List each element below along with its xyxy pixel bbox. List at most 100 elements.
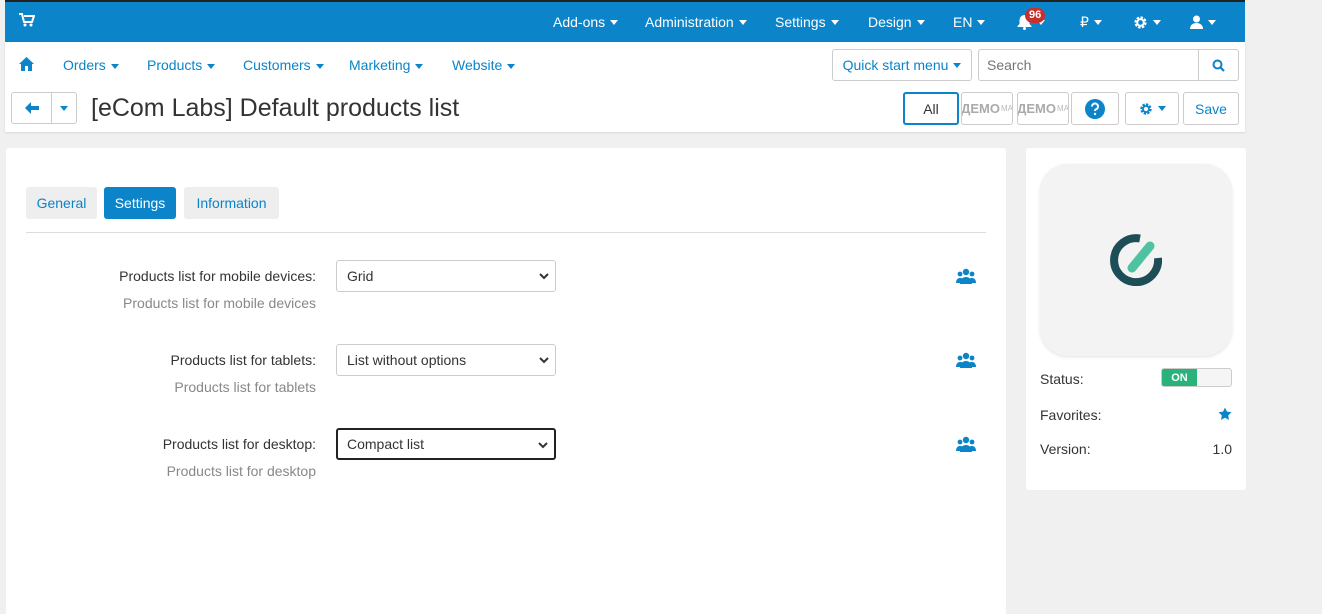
search-icon — [1212, 59, 1225, 72]
currency-menu[interactable]: ₽ — [1080, 2, 1102, 42]
users-icon[interactable] — [956, 352, 976, 368]
addons-menu[interactable]: Add-ons — [553, 2, 619, 42]
chevron-down-icon — [207, 63, 216, 69]
version-value: 1.0 — [1212, 441, 1232, 457]
version-row: Version: 1.0 — [1040, 441, 1232, 457]
chevron-down-icon — [738, 19, 747, 25]
nav-website-label: Website — [452, 57, 503, 73]
addon-logo-icon — [1110, 234, 1162, 286]
language-menu[interactable]: EN — [953, 2, 986, 42]
main-navbar: Orders Products Customers Marketing Webs… — [5, 42, 1245, 132]
chevron-down-icon — [830, 19, 839, 25]
chevron-down-icon — [1093, 19, 1102, 25]
chevron-down-icon — [539, 357, 549, 364]
tab-settings[interactable]: Settings — [104, 187, 176, 219]
nav-marketing-label: Marketing — [349, 57, 411, 73]
chevron-down-icon — [953, 62, 962, 68]
quick-start-menu-button[interactable]: Quick start menu — [832, 49, 972, 81]
gear-icon — [1134, 15, 1147, 29]
desktop-list-value: Compact list — [347, 436, 425, 452]
design-menu[interactable]: Design — [868, 2, 925, 42]
back-button-group — [11, 92, 77, 124]
settings-menu[interactable]: Settings — [775, 2, 839, 42]
tab-information[interactable]: Information — [184, 187, 279, 219]
nav-products-label: Products — [147, 57, 203, 73]
desktop-list-select[interactable]: Compact list — [336, 428, 556, 460]
gear-icon — [1139, 102, 1152, 115]
nav-orders-label: Orders — [63, 57, 106, 73]
chevron-down-icon — [507, 63, 516, 69]
search-input[interactable] — [979, 50, 1199, 80]
desktop-list-description: Products list for desktop — [166, 463, 316, 479]
demo-small-label: МА — [1056, 104, 1069, 113]
favorites-row: Favorites: — [1040, 407, 1232, 423]
save-button[interactable]: Save — [1183, 92, 1239, 125]
nav-customers-label: Customers — [243, 57, 311, 73]
desktop-list-label: Products list for desktop: — [162, 436, 316, 452]
version-label: Version: — [1040, 441, 1091, 457]
actions-gear-button[interactable] — [1125, 92, 1179, 125]
gear-menu[interactable] — [1133, 2, 1161, 42]
tablet-list-label: Products list for tablets: — [170, 352, 316, 368]
nav-marketing[interactable]: Marketing — [349, 57, 424, 73]
chevron-down-icon — [315, 63, 324, 69]
page-title: [eCom Labs] Default products list — [91, 94, 460, 122]
question-icon — [1085, 98, 1105, 119]
notifications-badge: 96 — [1025, 8, 1046, 23]
users-icon[interactable] — [956, 436, 976, 452]
home-icon[interactable] — [19, 57, 34, 71]
mobile-list-description: Products list for mobile devices — [123, 295, 316, 311]
favorites-label: Favorites: — [1040, 407, 1102, 423]
chevron-down-icon — [916, 19, 925, 25]
all-storefronts-button[interactable]: All — [903, 92, 959, 125]
demo-label: ДЕМО — [961, 101, 1000, 116]
mobile-list-select[interactable]: Grid — [336, 260, 556, 292]
language-menu-label: EN — [953, 14, 973, 30]
mobile-list-label: Products list for mobile devices: — [119, 268, 316, 284]
chevron-down-icon — [60, 105, 68, 111]
administration-menu[interactable]: Administration — [645, 2, 747, 42]
chevron-down-icon — [110, 63, 119, 69]
demo-storefront-button-1[interactable]: ДЕМО МА — [961, 92, 1013, 125]
design-menu-label: Design — [868, 14, 912, 30]
tab-general[interactable]: General — [26, 187, 97, 219]
chevron-down-icon — [538, 442, 548, 449]
demo-small-label: МА — [1000, 104, 1013, 113]
chevron-down-icon — [977, 19, 986, 25]
tablet-list-value: List without options — [347, 352, 467, 368]
status-toggle[interactable]: ON — [1161, 368, 1232, 387]
tablet-list-description: Products list for tablets — [174, 379, 316, 395]
chevron-down-icon — [1157, 106, 1166, 111]
addon-logo — [1040, 164, 1232, 356]
nav-customers[interactable]: Customers — [243, 57, 324, 73]
cart-icon[interactable] — [19, 13, 35, 27]
history-dropdown-button[interactable] — [52, 93, 76, 123]
users-icon[interactable] — [956, 268, 976, 284]
mobile-list-value: Grid — [347, 268, 374, 284]
help-button[interactable] — [1071, 92, 1119, 125]
arrow-left-icon — [24, 102, 39, 114]
chevron-down-icon — [415, 63, 424, 69]
search-box — [978, 49, 1239, 81]
user-menu[interactable] — [1190, 2, 1216, 42]
currency-label: ₽ — [1080, 13, 1089, 30]
settings-menu-label: Settings — [775, 14, 826, 30]
nav-website[interactable]: Website — [452, 57, 516, 73]
back-button[interactable] — [12, 93, 52, 123]
status-on-label: ON — [1162, 369, 1197, 386]
addons-menu-label: Add-ons — [553, 14, 606, 30]
settings-panel: General Settings Information Products li… — [6, 148, 1006, 614]
chevron-down-icon — [1153, 19, 1161, 25]
nav-products[interactable]: Products — [147, 57, 216, 73]
status-label: Status: — [1040, 371, 1084, 387]
search-button[interactable] — [1198, 50, 1238, 80]
tablet-list-select[interactable]: List without options — [336, 344, 556, 376]
star-icon[interactable] — [1218, 407, 1232, 421]
chevron-down-icon — [1208, 19, 1216, 25]
nav-orders[interactable]: Orders — [63, 57, 119, 73]
chevron-down-icon — [610, 19, 619, 25]
top-bar: Add-ons Administration Settings Design E… — [5, 0, 1245, 42]
chevron-down-icon — [539, 273, 549, 280]
demo-storefront-button-2[interactable]: ДЕМО МА — [1017, 92, 1069, 125]
user-icon — [1190, 15, 1203, 29]
